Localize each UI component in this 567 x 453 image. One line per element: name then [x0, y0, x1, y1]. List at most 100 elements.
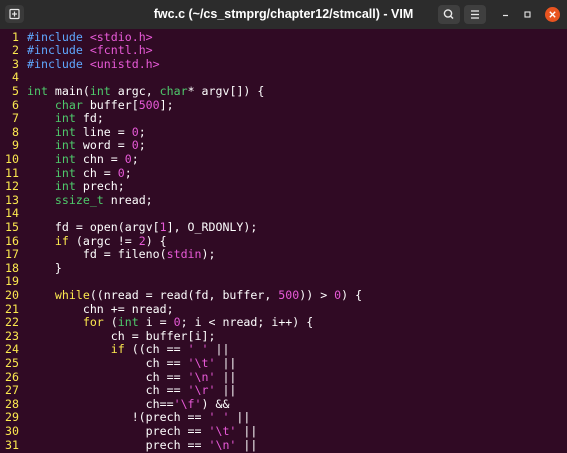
code-text: while((nread = read(fd, buffer, 500)) > … [27, 287, 362, 303]
code-line[interactable]: 11 int ch = 0; [0, 166, 132, 181]
code-line[interactable]: 15 fd = open(argv[1], O_RDONLY); [0, 219, 258, 235]
code-line[interactable]: 27 ch == '\r' || [0, 383, 237, 398]
code-text: !(prech == ' ' || [27, 410, 251, 425]
hamburger-menu-icon [471, 10, 479, 19]
code-line[interactable]: 18 } [0, 260, 62, 276]
line-number: 26 [5, 369, 19, 384]
code-text: int word = 0; [27, 138, 146, 153]
code-line[interactable]: 12 int prech; [0, 179, 125, 194]
code-token: 0 [131, 138, 139, 153]
code-token: ], O_RDONLY); [166, 219, 258, 234]
line-number: 27 [5, 383, 19, 398]
code-line[interactable]: 1 #include <stdio.h> [0, 29, 153, 45]
line-number: 24 [5, 342, 19, 357]
code-token: '\n' [187, 369, 216, 384]
code-token: * argv[]) { [187, 83, 265, 98]
code-token: char [159, 83, 188, 98]
code-line[interactable]: 7 int fd; [0, 111, 104, 126]
code-token: word = [75, 138, 132, 153]
code-token: fd = open(argv[ [27, 219, 160, 234]
code-token: || [229, 410, 251, 425]
code-token: <stdio.h> [89, 29, 153, 44]
code-token: '\f' [173, 396, 202, 411]
code-line[interactable]: 9 int word = 0; [0, 138, 146, 153]
code-text: ch == '\r' || [27, 383, 237, 398]
search-button[interactable] [438, 5, 460, 24]
code-token: if [110, 342, 125, 357]
code-token: for [82, 315, 104, 330]
code-line[interactable]: 23 ch = buffer[i]; [0, 329, 215, 344]
vim-editor-buffer[interactable]: 1 #include <stdio.h> 2 #include <fcntl.h> 3 #… [0, 29, 567, 453]
line-number: 7 [12, 111, 19, 126]
code-line[interactable]: 2 #include <fcntl.h> [0, 43, 153, 58]
menu-button[interactable] [464, 5, 486, 24]
code-token: )) > [299, 287, 335, 302]
code-line[interactable]: 26 ch == '\n' || [0, 369, 237, 385]
code-line[interactable]: 29 !(prech == ' ' || [0, 410, 251, 425]
line-number: 5 [12, 83, 19, 98]
code-token: || [236, 423, 258, 438]
close-icon [549, 11, 556, 18]
code-line[interactable]: 21 chn += nread; [0, 301, 174, 317]
code-token: prech == [27, 437, 209, 452]
line-number: 18 [5, 260, 19, 275]
minimize-button[interactable] [497, 6, 514, 23]
minimize-icon [503, 14, 508, 17]
code-token: || [215, 383, 237, 398]
code-line[interactable]: 6 char buffer[500]; [0, 97, 174, 113]
code-token: ' ' [208, 410, 230, 425]
code-text: int line = 0; [27, 125, 146, 140]
code-token: chn += nread; [27, 301, 174, 316]
code-line[interactable]: 31 prech == '\n' || [0, 437, 258, 453]
code-token: || [236, 437, 258, 452]
code-token: #include [27, 29, 83, 44]
code-token: int [54, 179, 76, 194]
line-number: 10 [5, 151, 19, 166]
code-line[interactable]: 13 ssize_t nread; [0, 193, 153, 208]
code-line[interactable]: 22 for (int i = 0; i < nread; i++) { [0, 315, 313, 330]
line-number: 12 [5, 179, 19, 194]
code-token: ( [103, 315, 118, 330]
code-token: fd; [75, 111, 104, 126]
code-token: !(prech == [27, 410, 209, 425]
code-line[interactable]: 16 if (argc != 2) { [0, 233, 167, 249]
line-number: 3 [12, 56, 19, 71]
code-token: main( [47, 83, 90, 98]
code-text: ch == '\n' || [27, 369, 237, 385]
code-token: ) && [201, 396, 230, 411]
code-line[interactable]: 17 fd = fileno(stdin); [0, 247, 215, 262]
code-token: ) { [145, 233, 167, 248]
code-line[interactable]: 10 int chn = 0; [0, 151, 139, 167]
window-titlebar[interactable]: fwc.c (~/cs_stmprg/chapter12/stmcall) - … [0, 0, 567, 30]
code-line[interactable]: 4 [0, 71, 27, 85]
code-text: int main(int argc, char* argv[]) { [27, 83, 265, 99]
code-token: ((nread = read(fd, buffer, [89, 287, 279, 302]
line-number: 25 [5, 355, 19, 370]
line-number: 21 [5, 301, 19, 316]
code-line[interactable]: 5 int main(int argc, char* argv[]) { [0, 83, 265, 99]
code-text: int chn = 0; [27, 152, 139, 167]
code-line[interactable]: 28 ch=='\f') && [0, 396, 230, 412]
code-text: chn += nread; [27, 301, 174, 317]
code-token: 500 [138, 97, 160, 112]
line-number: 4 [12, 70, 19, 85]
code-line[interactable]: 14 [0, 207, 27, 221]
code-line[interactable]: 19 [0, 275, 27, 289]
code-text: int prech; [27, 179, 125, 194]
code-line[interactable]: 8 int line = 0; [0, 125, 146, 140]
code-text: prech == '\t' || [27, 423, 258, 439]
code-line[interactable]: 3 #include <unistd.h> [0, 56, 160, 72]
close-button[interactable] [545, 7, 560, 22]
maximize-button[interactable] [519, 6, 536, 23]
code-text: int ch = 0; [27, 166, 132, 181]
code-token: char [54, 97, 83, 112]
line-number: 2 [12, 43, 19, 58]
code-line[interactable]: 20 while((nread = read(fd, buffer, 500))… [0, 287, 362, 303]
code-line[interactable]: 24 if ((ch == ' ' || [0, 342, 229, 357]
code-line[interactable]: 30 prech == '\t' || [0, 423, 258, 439]
code-line[interactable]: 25 ch == '\t' || [0, 355, 236, 371]
